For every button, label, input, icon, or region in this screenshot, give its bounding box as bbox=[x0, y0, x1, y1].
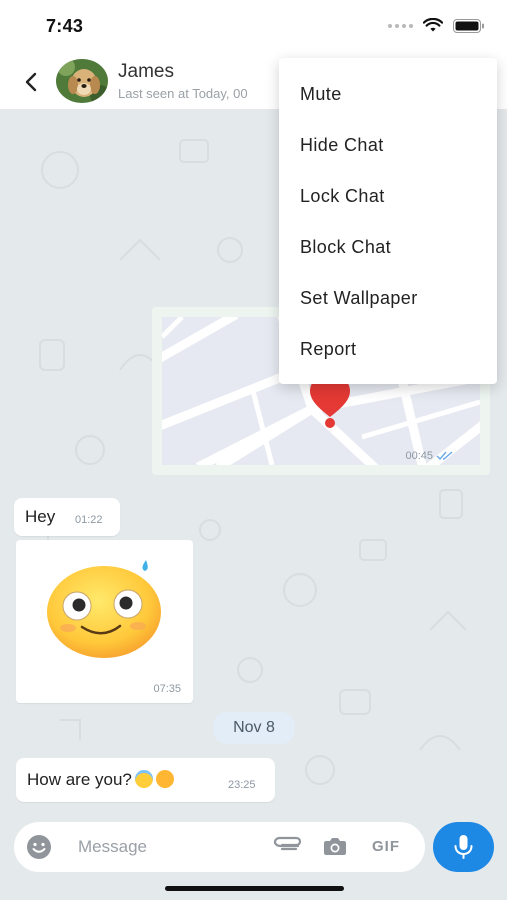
avatar[interactable] bbox=[56, 59, 108, 103]
cellular-signal-icon bbox=[388, 23, 413, 28]
message-text: How are you? bbox=[27, 770, 174, 790]
menu-item-lock-chat[interactable]: Lock Chat bbox=[300, 186, 385, 207]
date-divider: Nov 8 bbox=[213, 712, 295, 744]
message-composer: GIF bbox=[14, 822, 425, 872]
paperclip-icon[interactable] bbox=[272, 836, 302, 856]
message-bubble[interactable]: Hey 01:22 bbox=[14, 498, 120, 536]
menu-item-mute[interactable]: Mute bbox=[300, 84, 342, 105]
status-icons bbox=[388, 18, 485, 33]
home-indicator bbox=[165, 886, 344, 891]
status-time: 7:43 bbox=[46, 16, 84, 36]
sticker-message[interactable]: 07:35 bbox=[16, 540, 193, 703]
wifi-icon bbox=[423, 18, 443, 32]
chat-options-menu: Mute Hide Chat Lock Chat Block Chat Set … bbox=[279, 58, 497, 384]
message-time: 07:35 bbox=[153, 683, 181, 695]
message-input[interactable] bbox=[78, 834, 258, 860]
status-bar: 7:43 bbox=[0, 0, 507, 52]
sticker-emoji bbox=[47, 560, 161, 658]
hugging-face-emoji-icon bbox=[155, 770, 174, 788]
battery-icon bbox=[453, 18, 484, 33]
menu-item-block-chat[interactable]: Block Chat bbox=[300, 237, 391, 258]
contact-name[interactable]: James bbox=[118, 61, 174, 83]
back-button[interactable] bbox=[18, 68, 46, 96]
message-bubble[interactable]: How are you? 23:25 bbox=[16, 758, 275, 802]
halo-face-emoji-icon bbox=[134, 770, 153, 788]
menu-item-set-wallpaper[interactable]: Set Wallpaper bbox=[300, 288, 418, 309]
menu-item-report[interactable]: Report bbox=[300, 339, 356, 360]
menu-item-hide-chat[interactable]: Hide Chat bbox=[300, 135, 384, 156]
microphone-icon bbox=[454, 835, 473, 859]
gif-button[interactable]: GIF bbox=[372, 838, 400, 855]
message-time: 01:22 bbox=[75, 514, 103, 526]
message-time: 23:25 bbox=[228, 779, 256, 791]
last-seen-status: Last seen at Today, 00 bbox=[118, 86, 248, 101]
message-text: Hey bbox=[25, 507, 56, 526]
microphone-button[interactable] bbox=[433, 822, 494, 872]
emoji-icon[interactable] bbox=[26, 834, 52, 860]
double-check-icon bbox=[436, 451, 453, 461]
chevron-left-icon bbox=[25, 72, 37, 92]
location-message-time: 00:45 bbox=[405, 450, 454, 462]
camera-icon[interactable] bbox=[323, 835, 347, 857]
